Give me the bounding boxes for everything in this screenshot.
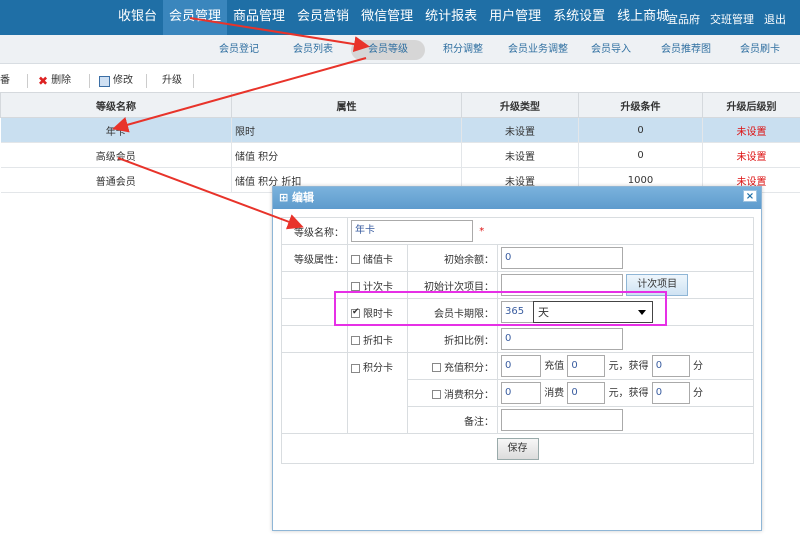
menu-user-management[interactable]: 用户管理: [483, 0, 547, 35]
recharge-amount-input[interactable]: 0: [567, 355, 606, 377]
toolbar-separator: [146, 74, 147, 88]
menu-wechat-management[interactable]: 微信管理: [355, 0, 419, 35]
subnav-card-swipe[interactable]: 会员刷卡: [740, 40, 780, 60]
level-attributes-label: 等级属性：: [281, 244, 348, 272]
subnav-member-register[interactable]: 会员登记: [219, 40, 259, 60]
consume-points-unit: 分: [692, 388, 703, 399]
cell-attributes: 限时: [231, 117, 462, 143]
cell-upgrade-type: 未设置: [461, 142, 579, 168]
subnav-member-level[interactable]: 会员等级: [351, 40, 425, 60]
discount-card-label: 折扣卡: [363, 335, 393, 347]
recharge-points-label: 充值积分：: [444, 362, 494, 374]
cell-level-after: 未设置: [702, 117, 800, 143]
toolbar-cut-button[interactable]: 番: [0, 74, 10, 88]
menu-statistics[interactable]: 统计报表: [419, 0, 483, 35]
consume-gain-text: 元，获得: [608, 388, 649, 399]
sub-navigation: 会员登记 会员列表 会员等级 积分调整 会员业务调整 会员导入 会员推荐图 会员…: [0, 35, 800, 64]
remark-input[interactable]: [501, 409, 623, 431]
consume-gain-input[interactable]: 0: [651, 382, 690, 404]
consume-points-input[interactable]: 0: [501, 382, 541, 404]
upgrade-button[interactable]: 升级: [162, 74, 182, 88]
user-links: 宜品府 交班管理 退出: [667, 0, 786, 35]
top-navigation-bar: 收银台 会员管理 商品管理 会员营销 微信管理 统计报表 用户管理 系统设置 线…: [0, 0, 800, 35]
menu-online-mall[interactable]: 线上商城: [611, 0, 675, 35]
stored-card-label: 储值卡: [363, 254, 393, 266]
toolbar-separator: [193, 74, 194, 88]
header-attributes[interactable]: 属性: [231, 92, 462, 118]
table-row[interactable]: 高级会员 储值 积分 未设置 0 未设置: [0, 142, 800, 168]
shop-name-link[interactable]: 宜品府: [667, 0, 700, 35]
toolbar-separator: [27, 74, 28, 88]
subnav-referral-chart[interactable]: 会员推荐图: [661, 40, 711, 60]
menu-system-settings[interactable]: 系统设置: [547, 0, 611, 35]
menu-member-marketing[interactable]: 会员营销: [291, 0, 355, 35]
discount-card-checkbox[interactable]: [351, 336, 360, 345]
remark-label: 备注：: [407, 406, 498, 434]
close-icon[interactable]: ×: [743, 190, 757, 202]
recharge-points-unit: 分: [692, 361, 703, 372]
required-mark: *: [479, 226, 485, 237]
points-card-checkbox[interactable]: [351, 363, 360, 373]
edit-dialog: ⊞ 编辑 × 等级名称： 年卡 * 等级属性： 储值卡 初始余额： 0 计次卡 …: [272, 186, 762, 531]
table-header-row: 等级名称 属性 升级类型 升级条件 升级后级别: [0, 92, 800, 118]
count-card-checkbox[interactable]: [351, 282, 360, 291]
cell-level-name: 普通会员: [0, 167, 232, 193]
logout-link[interactable]: 退出: [764, 0, 786, 35]
cell-upgrade-type: 未设置: [461, 117, 579, 143]
level-name-input[interactable]: 年卡: [351, 220, 473, 242]
delete-icon: ✖: [38, 74, 49, 88]
dialog-title-bar[interactable]: ⊞ 编辑 ×: [273, 187, 761, 209]
toolbar-separator: [89, 74, 90, 88]
consume-text: 消费: [544, 388, 565, 399]
level-name-label: 等级名称：: [281, 217, 348, 245]
subnav-points-adjust[interactable]: 积分调整: [443, 40, 483, 60]
initial-balance-label: 初始余额：: [407, 244, 498, 272]
subnav-member-import[interactable]: 会员导入: [591, 40, 631, 60]
recharge-points-checkbox[interactable]: [432, 363, 441, 372]
subnav-business-adjust[interactable]: 会员业务调整: [508, 40, 568, 60]
recharge-text: 充值: [544, 361, 565, 372]
save-button[interactable]: 保存: [496, 437, 539, 460]
main-menu: 收银台 会员管理 商品管理 会员营销 微信管理 统计报表 用户管理 系统设置 线…: [112, 0, 675, 35]
highlight-annotation-box: [334, 291, 667, 326]
cell-level-after: 未设置: [702, 142, 800, 168]
edit-icon: [99, 75, 110, 87]
cell-level-name: 年卡: [0, 117, 232, 143]
stored-card-checkbox[interactable]: [351, 255, 360, 264]
handover-link[interactable]: 交班管理: [710, 0, 754, 35]
edit-button[interactable]: 修改: [99, 74, 133, 88]
cell-upgrade-condition: 0: [578, 142, 703, 168]
menu-member-management[interactable]: 会员管理: [163, 0, 228, 35]
header-level-after-upgrade[interactable]: 升级后级别: [702, 92, 800, 118]
menu-cashier[interactable]: 收银台: [112, 0, 163, 35]
recharge-gain-input[interactable]: 0: [651, 355, 690, 377]
delete-button[interactable]: ✖ 删除: [38, 74, 71, 88]
consume-points-label: 消费积分：: [444, 389, 494, 401]
initial-balance-input[interactable]: 0: [501, 247, 623, 269]
points-card-label: 积分卡: [363, 363, 393, 374]
member-level-table: 等级名称 属性 升级类型 升级条件 升级后级别 年卡 限时 未设置 0 未设置 …: [0, 92, 800, 193]
edit-label: 修改: [113, 75, 133, 86]
cell-upgrade-condition: 0: [578, 117, 703, 143]
discount-ratio-input[interactable]: 0: [501, 328, 623, 350]
recharge-points-input[interactable]: 0: [501, 355, 541, 377]
subnav-member-list[interactable]: 会员列表: [293, 40, 333, 60]
discount-ratio-label: 折扣比例：: [407, 325, 498, 353]
menu-product-management[interactable]: 商品管理: [227, 0, 291, 35]
consume-amount-input[interactable]: 0: [567, 382, 606, 404]
cell-attributes: 储值 积分: [231, 142, 462, 168]
cell-level-name: 高级会员: [0, 142, 232, 168]
window-icon: ⊞: [279, 191, 293, 204]
header-level-name[interactable]: 等级名称: [0, 92, 232, 118]
grid-toolbar: 番 ✖ 删除 修改 升级: [0, 70, 800, 92]
consume-points-checkbox[interactable]: [432, 390, 441, 399]
dialog-title: 编辑: [292, 191, 315, 204]
table-row[interactable]: 年卡 限时 未设置 0 未设置: [0, 117, 800, 143]
level-edit-form: 等级名称： 年卡 * 等级属性： 储值卡 初始余额： 0 计次卡 初始计次项目：…: [280, 217, 755, 464]
delete-label: 删除: [51, 75, 72, 86]
recharge-gain-text: 元，获得: [608, 361, 649, 372]
header-upgrade-type[interactable]: 升级类型: [461, 92, 579, 118]
header-upgrade-condition[interactable]: 升级条件: [578, 92, 703, 118]
